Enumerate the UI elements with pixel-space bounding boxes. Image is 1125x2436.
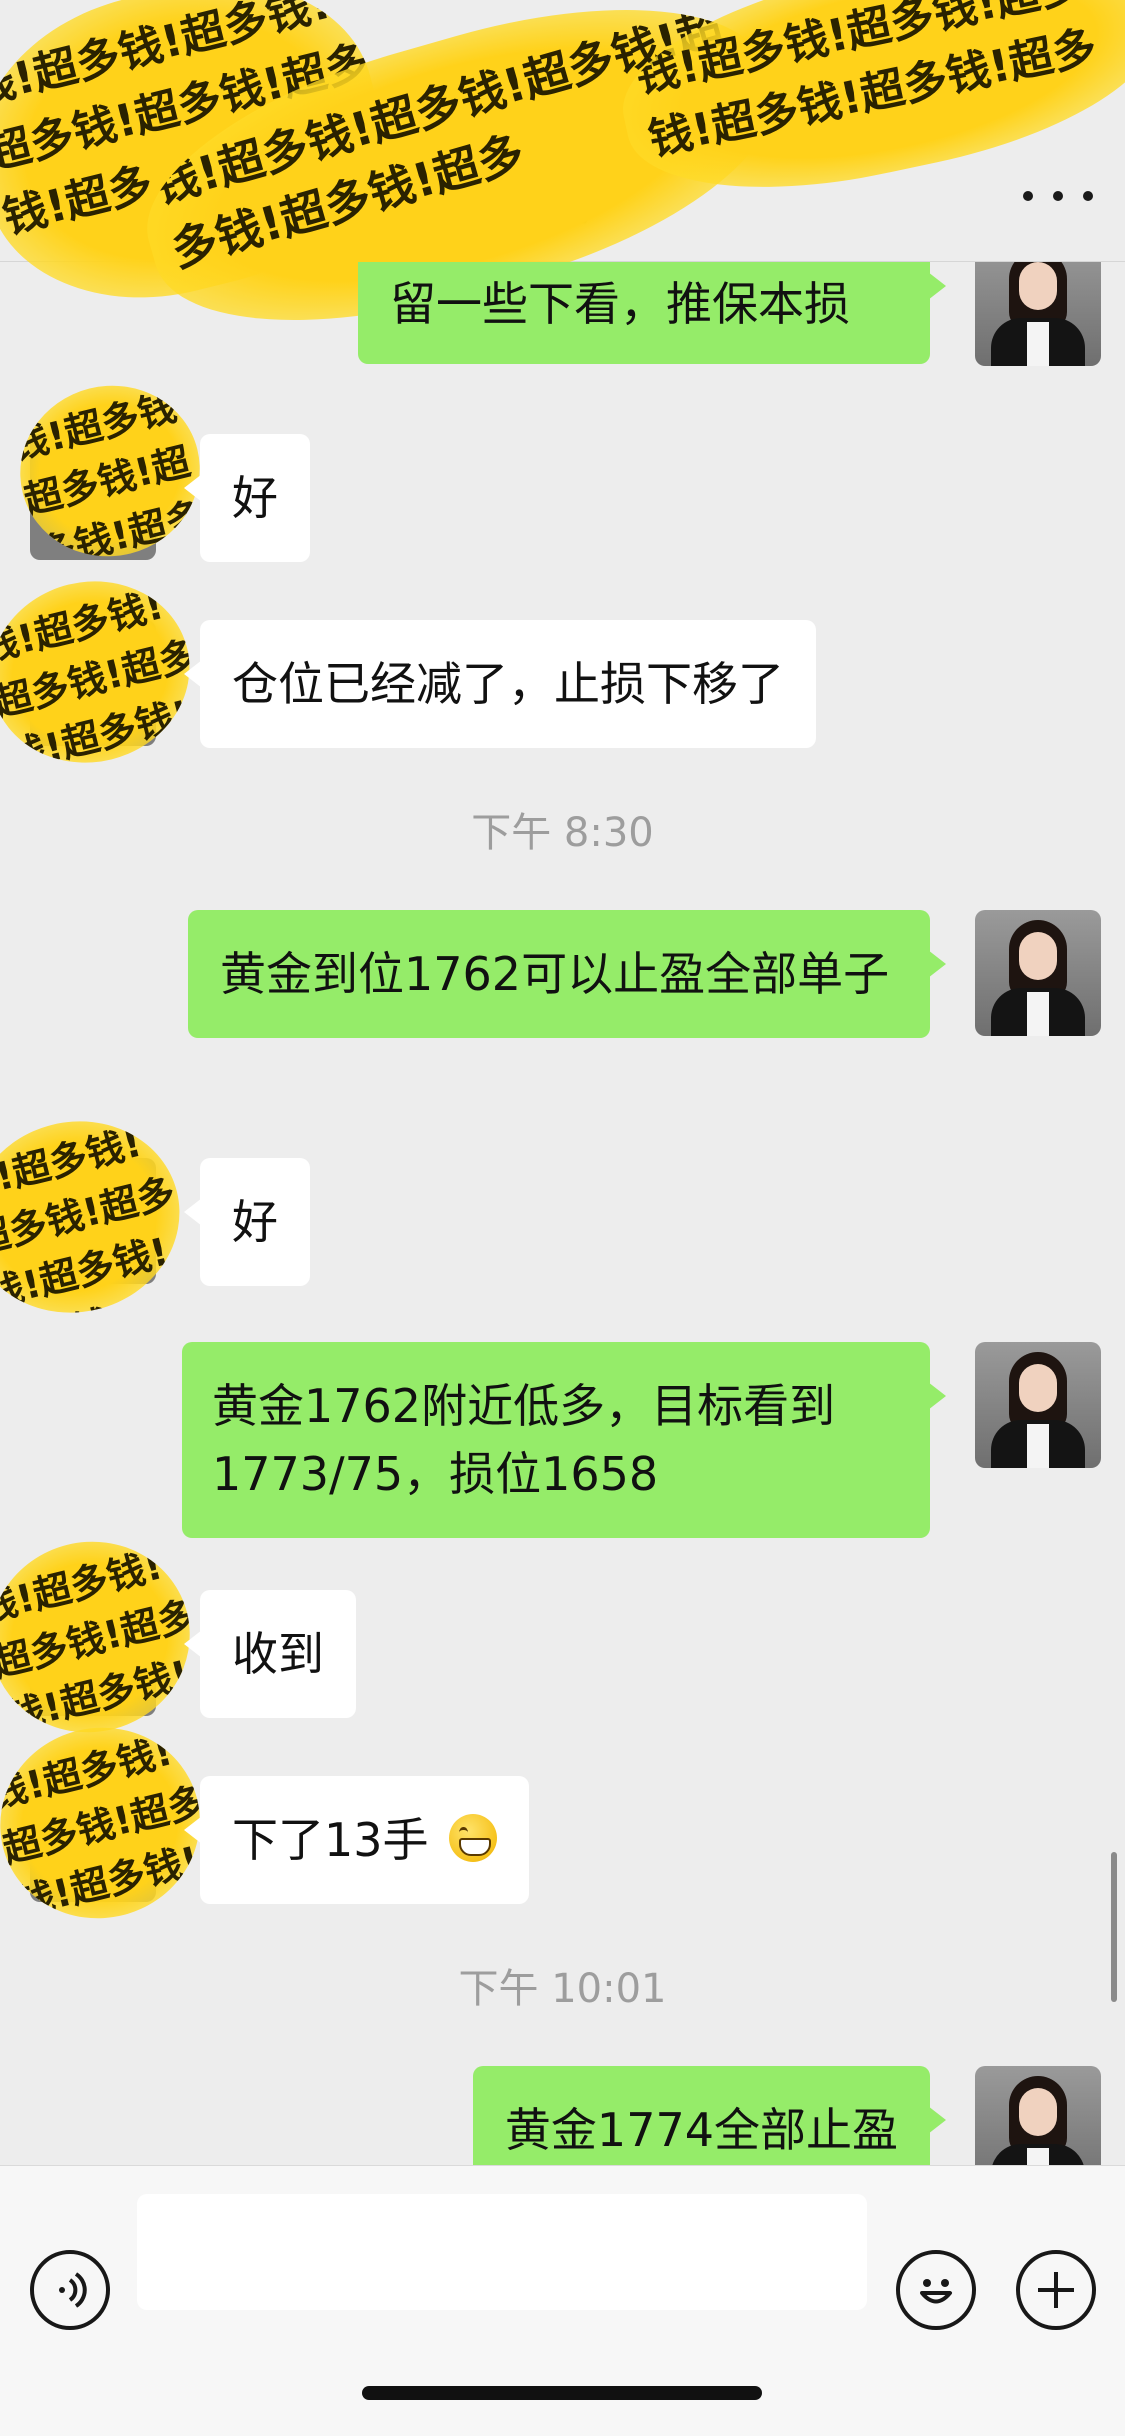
watermark-stamp: 钱!超多钱!超多钱!超多钱!超多钱!超多钱!超多	[0, 560, 209, 784]
voice-icon[interactable]	[30, 2250, 110, 2330]
message-text: 黄金到位1762可以止盈全部单子	[220, 947, 890, 1001]
incoming-message[interactable]: 仓位已经减了，止损下移了	[184, 620, 816, 748]
emoji-icon[interactable]	[896, 2250, 976, 2330]
message-timestamp: 下午 8:30	[471, 810, 654, 856]
watermark-stamp: 钱!超多钱!超多钱!超多钱!超多钱!超多钱!超多	[0, 1099, 200, 1335]
grinning-face-emoji	[449, 1814, 498, 1862]
more-dots-icon[interactable]	[1023, 176, 1093, 216]
message-text: 仓位已经减了，止损下移了	[232, 657, 784, 711]
message-text: 黄金1774全部止盈	[504, 2103, 898, 2157]
outgoing-message[interactable]: 黄金1774全部止盈	[472, 2066, 947, 2165]
incoming-message[interactable]: 收到	[184, 1590, 356, 1718]
chat-message-list[interactable]: 留一些下看，推保本损 钱!超多钱!超多钱!超多钱!超多钱!超多钱!超多 好 钱!…	[0, 262, 1125, 2165]
incoming-message[interactable]: 好	[184, 434, 310, 562]
my-avatar[interactable]	[975, 910, 1101, 1036]
scrollbar[interactable]	[1111, 1852, 1117, 2002]
plus-icon[interactable]	[1016, 2250, 1096, 2330]
home-indicator	[362, 2386, 762, 2400]
incoming-message[interactable]: 下了13手	[183, 1776, 530, 1904]
message-timestamp: 下午 10:01	[458, 1966, 667, 2012]
message-text: 好	[232, 471, 278, 525]
watermark-stamp: 钱!超多钱!超多钱!超多钱!超多钱!超多钱!超多	[0, 1520, 211, 1754]
message-text: 下了13手	[232, 1813, 429, 1867]
message-text: 收到	[232, 1627, 324, 1681]
message-text: 好	[232, 1195, 278, 1249]
incoming-message[interactable]: 好	[184, 1158, 310, 1286]
my-avatar[interactable]	[975, 262, 1101, 366]
message-text-input[interactable]	[137, 2194, 867, 2310]
my-avatar[interactable]	[975, 2066, 1101, 2165]
outgoing-message[interactable]: 留一些下看，推保本损	[358, 262, 946, 364]
outgoing-message[interactable]: 黄金到位1762可以止盈全部单子	[188, 910, 946, 1038]
outgoing-message[interactable]: 黄金1762附近低多，目标看到1773/75，损位1658	[182, 1342, 946, 1538]
message-text: 黄金1762附近低多，目标看到1773/75，损位1658	[212, 1379, 836, 1501]
my-avatar[interactable]	[975, 1342, 1101, 1468]
message-text: 留一些下看，推保本损	[390, 277, 850, 331]
